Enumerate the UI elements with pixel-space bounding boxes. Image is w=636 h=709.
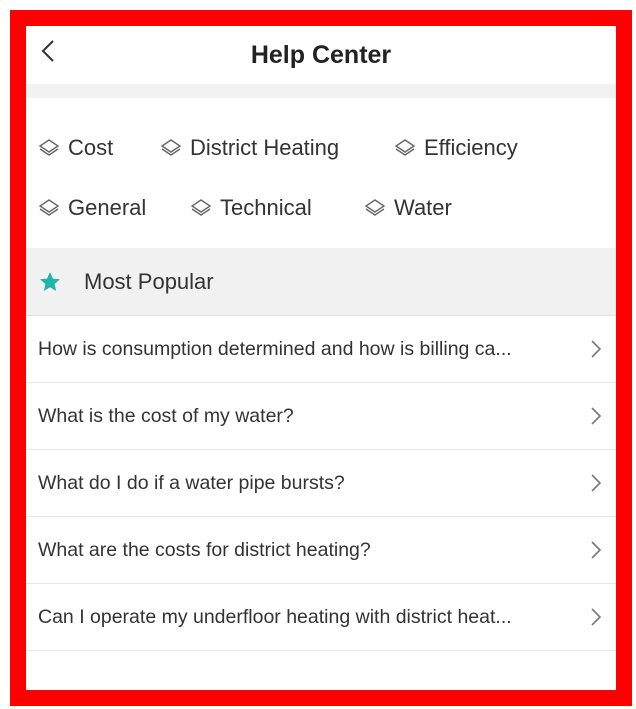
category-technical[interactable]: Technical — [190, 195, 364, 221]
category-efficiency[interactable]: Efficiency — [394, 135, 518, 161]
category-label: Cost — [68, 135, 114, 160]
header-bar: Help Center — [26, 26, 616, 84]
section-divider — [26, 84, 616, 98]
category-list: Cost District Heating Efficiency General… — [26, 98, 616, 248]
faq-item[interactable]: How is consumption determined and how is… — [26, 316, 616, 383]
faq-question: What are the costs for district heating? — [38, 538, 371, 561]
most-popular-header: Most Popular — [26, 248, 616, 316]
chevron-right-icon — [591, 608, 602, 626]
faq-item[interactable]: Can I operate my underfloor heating with… — [26, 584, 616, 651]
layers-icon — [38, 139, 60, 156]
chevron-right-icon — [591, 541, 602, 559]
category-label: Efficiency — [424, 135, 518, 160]
category-label: District Heating — [190, 135, 340, 160]
faq-list: How is consumption determined and how is… — [26, 316, 616, 651]
faq-item[interactable]: What are the costs for district heating? — [26, 517, 616, 584]
category-district-heating[interactable]: District Heating — [160, 135, 394, 161]
layers-icon — [364, 199, 386, 216]
category-row: Cost District Heating Efficiency — [38, 118, 616, 178]
layers-icon — [160, 139, 182, 156]
faq-question: What do I do if a water pipe bursts? — [38, 471, 345, 494]
faq-item[interactable]: What is the cost of my water? — [26, 383, 616, 450]
category-water[interactable]: Water — [364, 195, 452, 221]
chevron-right-icon — [591, 474, 602, 492]
faq-item[interactable]: What do I do if a water pipe bursts? — [26, 450, 616, 517]
chevron-right-icon — [591, 407, 602, 425]
layers-icon — [38, 199, 60, 216]
faq-question: How is consumption determined and how is… — [38, 337, 512, 360]
page-title: Help Center — [250, 40, 392, 69]
faq-question: What is the cost of my water? — [38, 404, 294, 427]
category-label: Water — [394, 195, 452, 220]
most-popular-label: Most Popular — [84, 268, 214, 294]
category-row: General Technical Water — [38, 178, 616, 238]
chevron-left-icon[interactable] — [34, 37, 62, 65]
layers-icon — [394, 139, 416, 156]
app-frame: Help Center Cost District Heating Effici… — [10, 10, 632, 706]
layers-icon — [190, 199, 212, 216]
chevron-right-icon — [591, 340, 602, 358]
star-icon — [40, 271, 60, 291]
category-general[interactable]: General — [38, 195, 190, 221]
category-label: General — [68, 195, 147, 220]
category-cost[interactable]: Cost — [38, 135, 160, 161]
faq-question: Can I operate my underfloor heating with… — [38, 605, 512, 628]
category-label: Technical — [220, 195, 312, 220]
